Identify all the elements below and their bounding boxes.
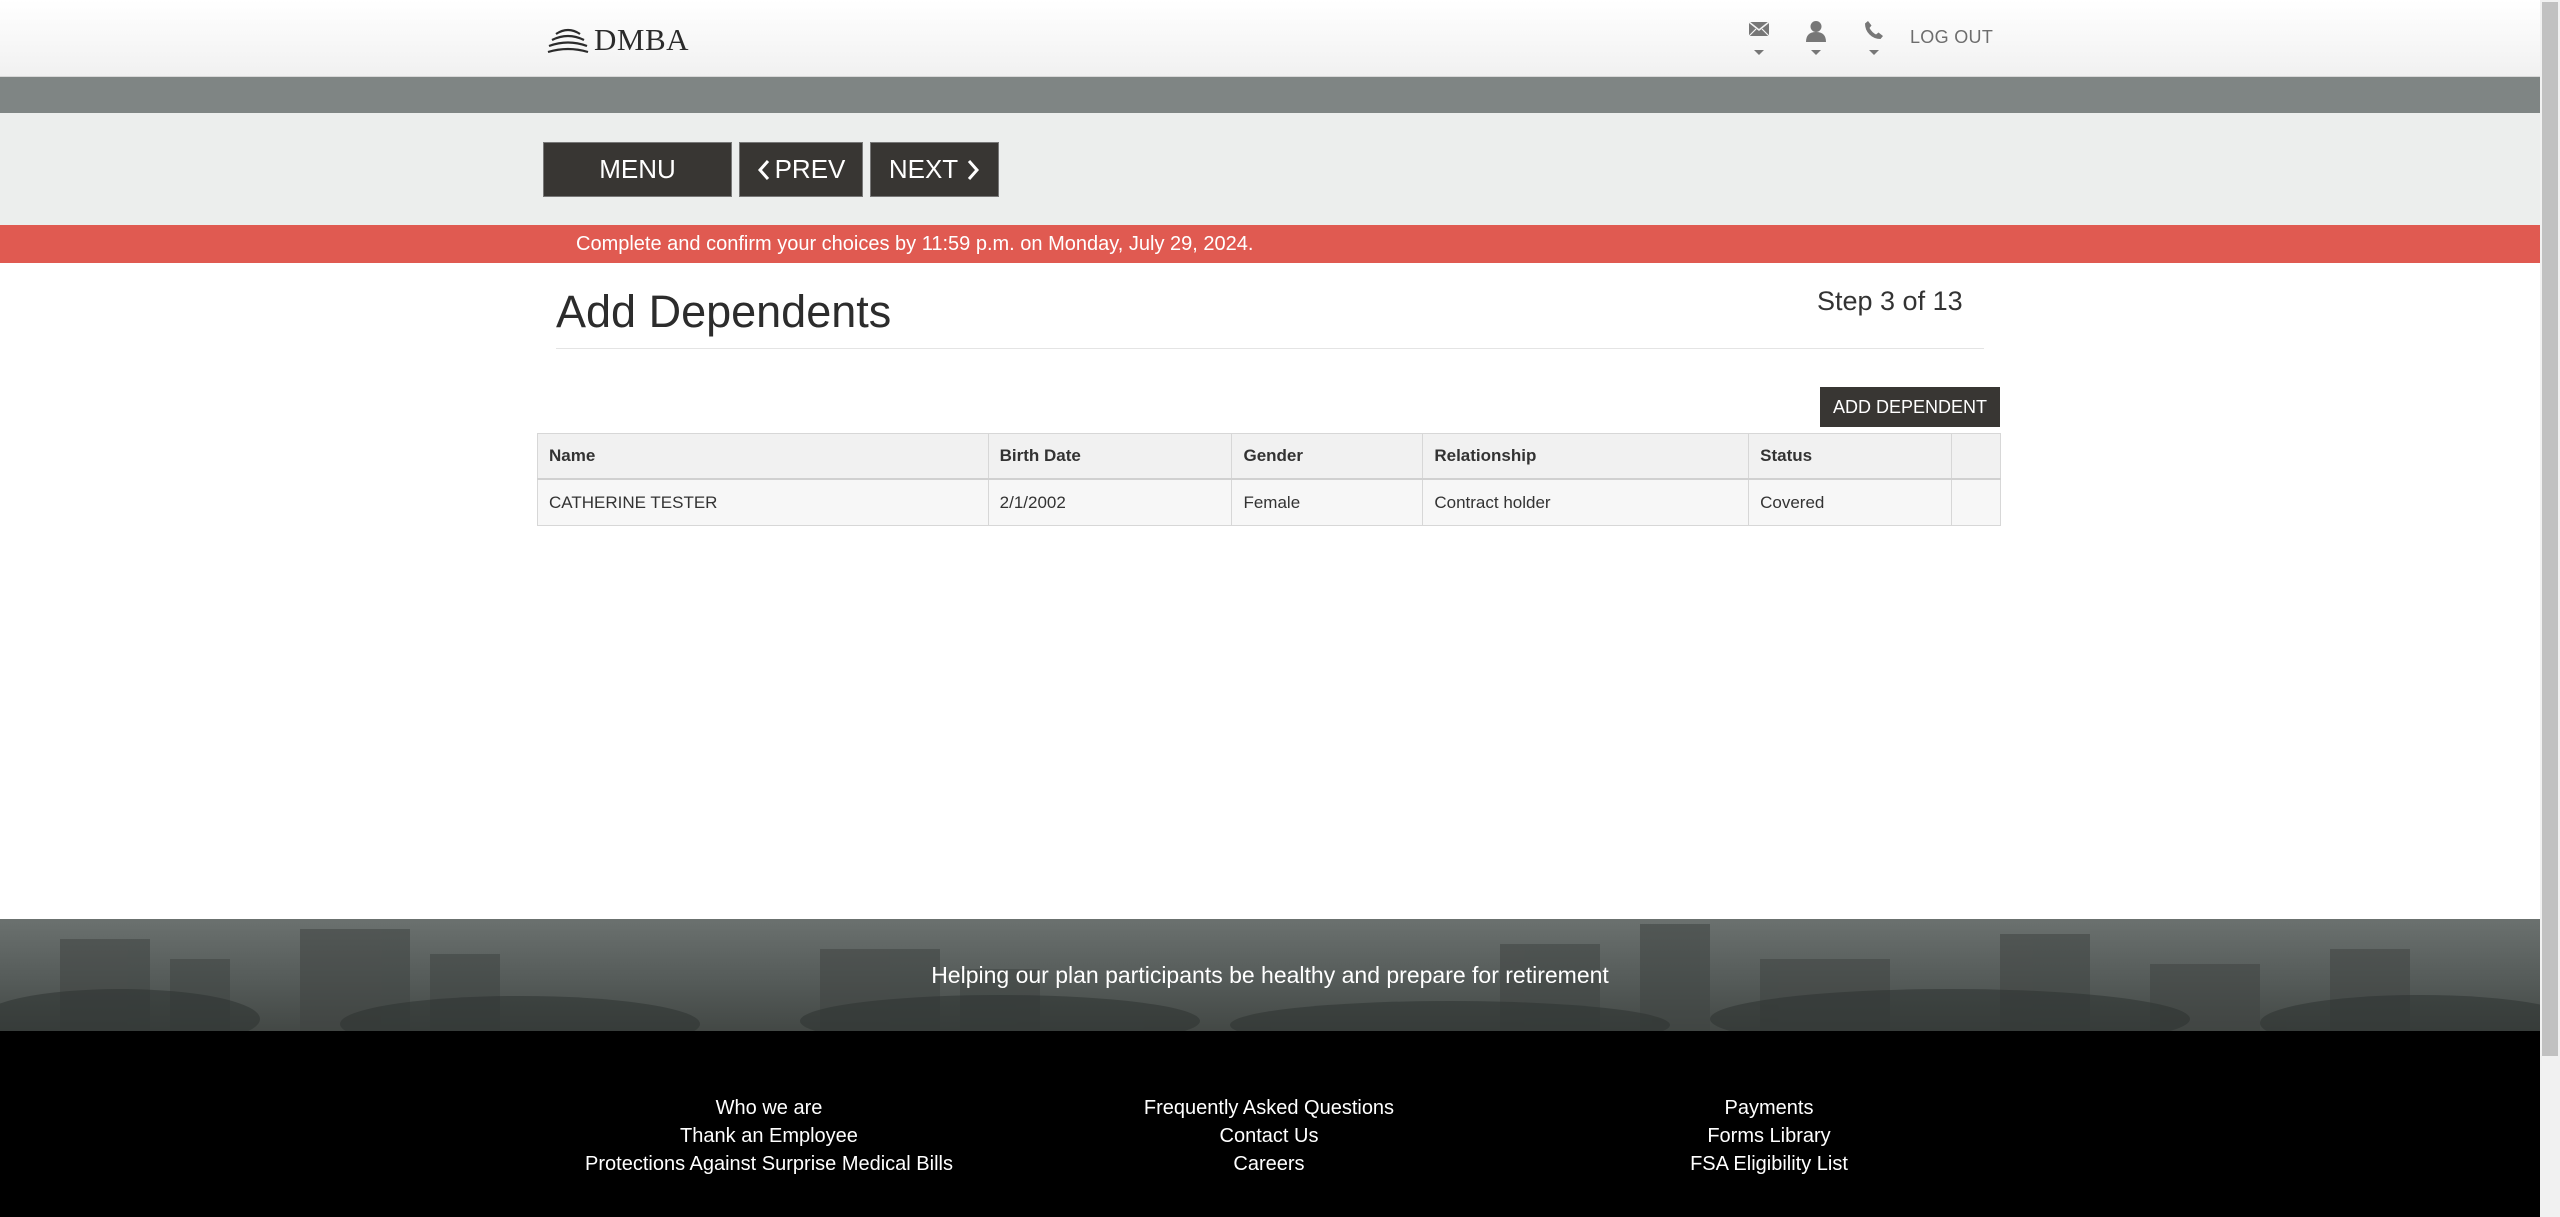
footer-link-fsa-eligibility[interactable]: FSA Eligibility List <box>1519 1150 2019 1178</box>
column-header-birth-date: Birth Date <box>987 433 1233 480</box>
chevron-left-icon <box>757 159 769 180</box>
logo-mark-icon <box>547 28 589 54</box>
footer-link-payments[interactable]: Payments <box>1519 1094 2019 1122</box>
prev-button[interactable]: PREV <box>739 142 863 197</box>
chevron-down-icon <box>1754 50 1764 55</box>
cell-name: CATHERINE TESTER <box>537 478 989 526</box>
header-band <box>0 77 2540 113</box>
column-header-actions <box>1951 433 2001 480</box>
column-header-name: Name <box>537 433 989 480</box>
mail-icon <box>1748 21 1770 37</box>
cell-status: Covered <box>1748 478 1952 526</box>
footer-tagline: Helping our plan participants be healthy… <box>931 962 1609 988</box>
chevron-down-icon <box>1869 50 1879 55</box>
footer-column-about: Who we are Thank an Employee Protections… <box>519 1094 1019 1178</box>
next-button[interactable]: NEXT <box>870 142 999 197</box>
prev-button-label: PREV <box>774 154 846 184</box>
chevron-right-icon <box>968 159 980 180</box>
user-menu[interactable] <box>1799 20 1833 62</box>
footer-link-careers[interactable]: Careers <box>1019 1150 1519 1178</box>
cell-birth-date: 2/1/2002 <box>987 478 1233 526</box>
menu-button[interactable]: MENU <box>543 142 732 197</box>
logo-text: DMBA <box>594 22 690 57</box>
title-divider <box>556 348 1984 349</box>
next-button-label: NEXT <box>888 154 959 184</box>
menu-button-label: MENU <box>599 154 676 184</box>
phone-icon <box>1865 21 1883 39</box>
deadline-alert: Complete and confirm your choices by 11:… <box>0 225 2540 263</box>
deadline-alert-text: Complete and confirm your choices by 11:… <box>576 233 1254 255</box>
table-row[interactable]: CATHERINE TESTER 2/1/2002 Female Contrac… <box>537 478 2001 526</box>
column-header-status: Status <box>1748 433 1952 480</box>
footer-link-contact-us[interactable]: Contact Us <box>1019 1122 1519 1150</box>
step-indicator: Step 3 of 13 <box>1817 286 1963 316</box>
logout-link[interactable]: LOG OUT <box>1910 27 1993 48</box>
page: DMBA LOG OUT MENU PREV NEXT Complete and… <box>0 0 2540 1217</box>
site-header: DMBA LOG OUT <box>0 0 2540 77</box>
cell-gender: Female <box>1231 478 1424 526</box>
footer-link-thank-an-employee[interactable]: Thank an Employee <box>519 1122 1019 1150</box>
column-header-relationship: Relationship <box>1422 433 1750 480</box>
footer-link-who-we-are[interactable]: Who we are <box>519 1094 1019 1122</box>
footer-link-surprise-medical-bills[interactable]: Protections Against Surprise Medical Bil… <box>519 1150 1019 1178</box>
footer-column-resources: Payments Forms Library FSA Eligibility L… <box>1519 1094 2019 1178</box>
cell-actions[interactable] <box>1951 478 2001 526</box>
footer-link-faq[interactable]: Frequently Asked Questions <box>1019 1094 1519 1122</box>
dmba-logo[interactable]: DMBA <box>546 22 689 58</box>
footer-banner: Helping our plan participants be healthy… <box>0 919 2540 1031</box>
scrollbar-thumb[interactable] <box>2542 2 2558 1056</box>
chevron-down-icon <box>1811 50 1821 55</box>
mail-menu[interactable] <box>1742 20 1776 62</box>
page-title: Add Dependents <box>556 286 892 337</box>
add-dependent-button[interactable]: ADD DEPENDENT <box>1820 387 2000 427</box>
step-navigation: MENU PREV NEXT <box>0 113 2540 225</box>
user-icon <box>1806 21 1826 42</box>
phone-menu[interactable] <box>1857 20 1891 62</box>
table-header-row: Name Birth Date Gender Relationship Stat… <box>537 433 2001 480</box>
footer-link-forms-library[interactable]: Forms Library <box>1519 1122 2019 1150</box>
footer-column-help: Frequently Asked Questions Contact Us Ca… <box>1019 1094 1519 1178</box>
vertical-scrollbar[interactable] <box>2540 0 2560 1217</box>
cell-relationship: Contract holder <box>1422 478 1750 526</box>
dependents-table: Name Birth Date Gender Relationship Stat… <box>537 433 2001 526</box>
site-footer: Who we are Thank an Employee Protections… <box>0 1031 2540 1217</box>
column-header-gender: Gender <box>1231 433 1424 480</box>
